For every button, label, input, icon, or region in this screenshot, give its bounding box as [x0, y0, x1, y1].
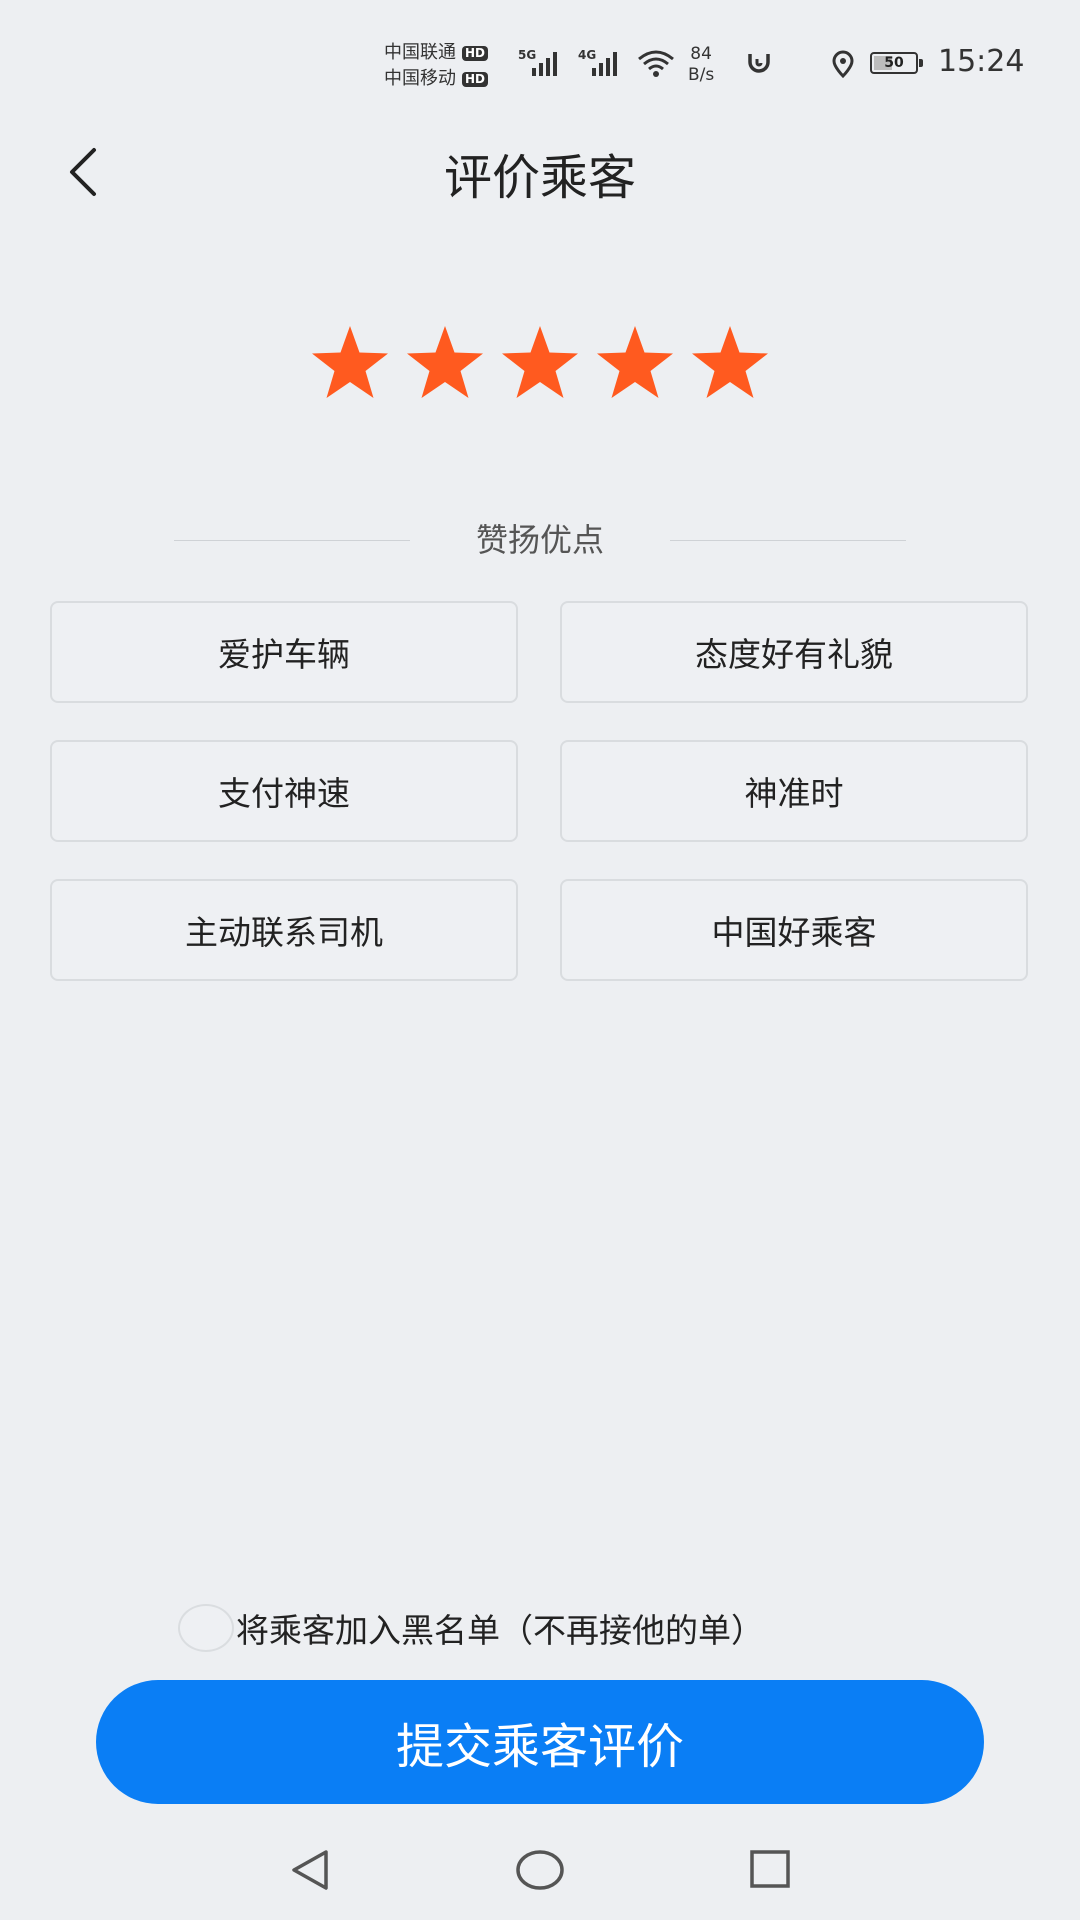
section-divider: 赞扬优点 — [174, 520, 906, 560]
battery-level: 50 — [884, 55, 904, 71]
star-icon[interactable] — [310, 324, 390, 400]
signal-4g: 4G — [578, 48, 630, 82]
praise-tag-grid: 爱护车辆 态度好有礼貌 支付神速 神准时 主动联系司机 中国好乘客 — [50, 601, 1030, 981]
speed-unit: B/s — [688, 65, 715, 85]
praise-tag-care-vehicle[interactable]: 爱护车辆 — [50, 601, 518, 703]
hd-badge: HD — [462, 45, 489, 61]
carrier-name: 中国联通 — [384, 42, 456, 63]
carrier-row: 中国联通 HD — [384, 40, 489, 66]
network-type-4g: 4G — [578, 48, 597, 62]
nav-back-button[interactable] — [280, 1840, 340, 1900]
home-circle-icon — [516, 1850, 564, 1890]
blacklist-checkbox[interactable] — [178, 1604, 234, 1652]
carrier-list: 中国联通 HD 中国移动 HD — [384, 40, 489, 92]
carrier-row: 中国移动 HD — [384, 66, 489, 92]
back-triangle-icon — [292, 1850, 328, 1890]
star-icon[interactable] — [405, 324, 485, 400]
blacklist-option[interactable]: 将乘客加入黑名单（不再接他的单） — [178, 1604, 764, 1652]
page-title: 评价乘客 — [443, 150, 636, 206]
network-speed: 84 B/s — [688, 44, 714, 86]
blacklist-label[interactable]: 将乘客加入黑名单（不再接他的单） — [236, 1604, 764, 1652]
submit-button[interactable]: 提交乘客评价 — [96, 1680, 984, 1804]
battery-icon: 50 — [870, 52, 923, 74]
location-icon — [832, 50, 854, 78]
nfc-icon — [748, 54, 770, 73]
signal-5g: 5G — [518, 48, 570, 82]
star-rating[interactable] — [310, 324, 770, 400]
hd-badge: HD — [462, 71, 489, 87]
star-icon[interactable] — [500, 324, 580, 400]
network-type-5g: 5G — [518, 48, 537, 62]
praise-tag-contact-driver[interactable]: 主动联系司机 — [50, 879, 518, 981]
star-icon[interactable] — [690, 324, 770, 400]
clock: 15:24 — [938, 44, 1025, 79]
star-icon[interactable] — [595, 324, 675, 400]
nav-home-button[interactable] — [510, 1840, 570, 1900]
recents-square-icon — [750, 1850, 790, 1888]
section-label: 赞扬优点 — [475, 521, 604, 559]
wifi-icon — [638, 50, 674, 77]
praise-tag-fast-payment[interactable]: 支付神速 — [50, 740, 518, 842]
system-nav-bar — [0, 1840, 1080, 1906]
carrier-name: 中国移动 — [384, 68, 456, 89]
speed-value: 84 — [690, 44, 712, 64]
praise-tag-punctual[interactable]: 神准时 — [560, 740, 1028, 842]
praise-tag-good-passenger[interactable]: 中国好乘客 — [560, 879, 1028, 981]
status-bar: 中国联通 HD 中国移动 HD 5G 4G 84 B/s 50 15:24 — [0, 0, 1080, 110]
praise-tag-polite[interactable]: 态度好有礼貌 — [560, 601, 1028, 703]
nav-recents-button[interactable] — [740, 1840, 800, 1900]
